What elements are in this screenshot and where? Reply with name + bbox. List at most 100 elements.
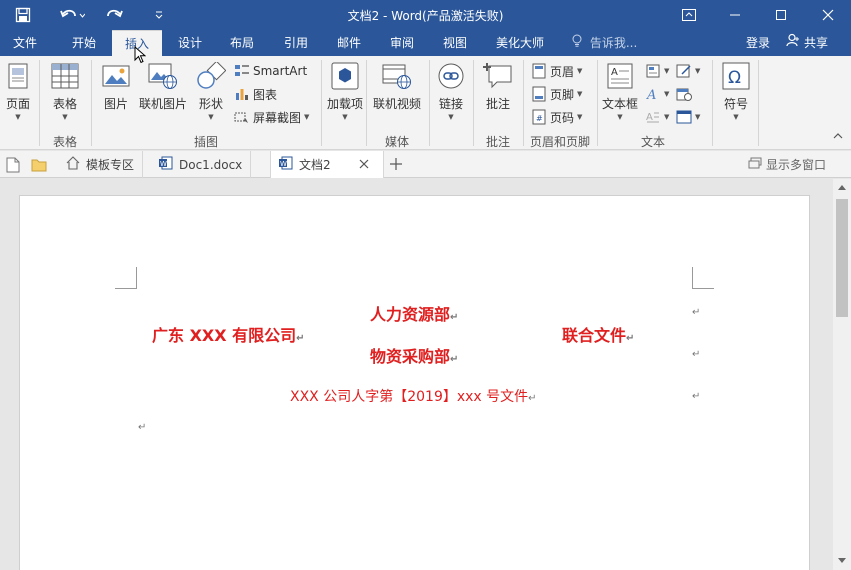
save-icon[interactable] <box>8 0 38 30</box>
customize-quick-access-icon[interactable] <box>150 0 168 30</box>
symbol-label: 符号 <box>723 97 748 111</box>
header-button[interactable]: 页眉 ▼ <box>531 61 582 81</box>
omega-icon: Ω <box>720 60 752 92</box>
share-label: 共享 <box>804 36 829 50</box>
tab-file[interactable]: 文件 <box>0 30 50 56</box>
paragraph-mark: ↵ <box>692 307 701 318</box>
screenshot-icon <box>234 109 250 125</box>
link-icon <box>435 60 467 92</box>
addins-button[interactable]: 加载项 ▼ <box>327 60 364 121</box>
close-button[interactable] <box>805 0 851 30</box>
document-number: XXX 公司人字第【2019】xxx 号文件↵ <box>290 389 537 405</box>
addins-icon <box>329 60 361 92</box>
lightbulb-icon <box>572 30 586 56</box>
online-picture-label: 联机图片 <box>138 97 187 111</box>
tab-view[interactable]: 视图 <box>431 30 479 56</box>
online-video-button[interactable]: 联机视频 <box>372 60 422 112</box>
shapes-button[interactable]: 形状 ▼ <box>194 60 228 121</box>
ribbon-insert: 页面 ▼ 表格 ▼ 表格 图片 联机图片 形状 ▼ SmartArt 图表 屏幕… <box>0 56 851 150</box>
screenshot-label: 屏幕截图 <box>253 110 302 125</box>
shapes-label: 形状 <box>198 97 223 111</box>
wordart-button[interactable]: A ▼ <box>645 84 669 104</box>
paragraph-mark: ↵ <box>692 391 701 402</box>
ribbon-display-options-icon[interactable] <box>666 0 712 30</box>
table-label: 表格 <box>52 97 77 111</box>
tab-layout[interactable]: 布局 <box>218 30 266 56</box>
page-number-icon: # <box>531 109 547 125</box>
group-table-label: 表格 <box>52 135 77 149</box>
maximize-button[interactable] <box>758 0 804 30</box>
pages-label: 页面 <box>5 97 30 111</box>
scroll-up-icon[interactable] <box>837 183 847 194</box>
object-button[interactable]: ▼ <box>676 107 700 127</box>
user-icon <box>786 30 800 56</box>
collapse-ribbon-icon[interactable] <box>833 132 843 143</box>
group-text-label: 文本 <box>640 135 665 149</box>
quick-parts-icon <box>645 63 661 79</box>
new-document-icon[interactable] <box>6 157 20 176</box>
tab-design[interactable]: 设计 <box>166 30 214 56</box>
doc-tab-doc1[interactable]: W Doc1.docx <box>151 151 252 178</box>
vertical-scrollbar[interactable] <box>833 179 851 570</box>
open-folder-icon[interactable] <box>31 158 47 175</box>
header-label: 页眉 <box>550 64 575 79</box>
comment-icon <box>482 60 514 92</box>
signature-line-button[interactable]: ▼ <box>676 61 700 81</box>
tell-me-search[interactable]: 告诉我... <box>572 30 637 56</box>
chart-icon <box>234 86 250 102</box>
page-number-button[interactable]: # 页码 ▼ <box>531 107 582 127</box>
scrollbar-thumb[interactable] <box>836 199 848 317</box>
symbol-button[interactable]: Ω 符号 ▼ <box>718 60 754 121</box>
minimize-button[interactable] <box>712 0 758 30</box>
doc-tab-templates[interactable]: 模板专区 <box>58 151 144 178</box>
tab-review[interactable]: 审阅 <box>378 30 426 56</box>
scroll-down-icon[interactable] <box>837 557 847 568</box>
doc-tab-label: 文档2 <box>299 158 331 172</box>
online-video-label: 联机视频 <box>372 97 421 111</box>
pages-button[interactable]: 页面 ▼ <box>2 60 34 121</box>
wordart-icon: A <box>645 86 661 102</box>
tab-beautify[interactable]: 美化大师 <box>487 30 553 56</box>
share-button[interactable]: 共享 <box>786 30 828 56</box>
redo-icon[interactable] <box>100 0 130 30</box>
tab-references[interactable]: 引用 <box>272 30 320 56</box>
doc-tab-label: 模板专区 <box>86 158 135 172</box>
close-tab-icon[interactable] <box>359 158 369 172</box>
doc-tab-doc2[interactable]: W 文档2 <box>270 151 384 178</box>
document-page[interactable]: 人力资源部↵ ↵ 广东 XXX 有限公司↵ 联合文件↵ 物资采购部↵ ↵ XXX… <box>19 195 810 570</box>
signature-line-icon <box>676 63 692 79</box>
comment-label: 批注 <box>485 97 510 111</box>
company-name: 广东 XXX 有限公司↵ <box>152 326 305 345</box>
drop-cap-button[interactable]: A ▼ <box>645 107 669 127</box>
smartart-button[interactable]: SmartArt <box>234 61 307 81</box>
tab-home[interactable]: 开始 <box>60 30 108 56</box>
table-button[interactable]: 表格 ▼ <box>48 60 82 121</box>
link-button[interactable]: 链接 ▼ <box>434 60 468 121</box>
addins-label: 加载项 <box>327 97 364 111</box>
paragraph-mark: ↵ <box>692 349 701 360</box>
textbox-button[interactable]: A 文本框 ▼ <box>600 60 640 121</box>
dept-hr: 人力资源部↵ <box>370 305 459 324</box>
group-comments-label: 批注 <box>485 135 510 149</box>
picture-label: 图片 <box>103 97 128 111</box>
textbox-label: 文本框 <box>601 97 638 111</box>
footer-button[interactable]: 页脚 ▼ <box>531 84 582 104</box>
picture-button[interactable]: 图片 <box>100 60 132 112</box>
object-icon <box>676 109 692 125</box>
tab-mailings[interactable]: 邮件 <box>325 30 373 56</box>
paragraph-mark: ↵ <box>138 422 147 433</box>
svg-text:W: W <box>160 160 167 168</box>
comment-button[interactable]: 批注 <box>480 60 516 112</box>
chart-button[interactable]: 图表 <box>234 84 277 104</box>
login-link[interactable]: 登录 <box>746 30 770 56</box>
undo-icon[interactable] <box>52 0 92 30</box>
quick-parts-button[interactable]: ▼ <box>645 61 669 81</box>
group-media-label: 媒体 <box>384 135 409 149</box>
new-tab-icon[interactable] <box>390 158 402 173</box>
date-time-button[interactable] <box>676 84 692 104</box>
online-picture-button[interactable]: 联机图片 <box>138 60 188 112</box>
show-multi-window-button[interactable]: 显示多窗口 <box>748 151 826 178</box>
dept-procurement: 物资采购部↵ <box>370 347 459 366</box>
svg-text:A: A <box>646 88 656 101</box>
screenshot-button[interactable]: 屏幕截图 ▼ <box>234 107 309 127</box>
